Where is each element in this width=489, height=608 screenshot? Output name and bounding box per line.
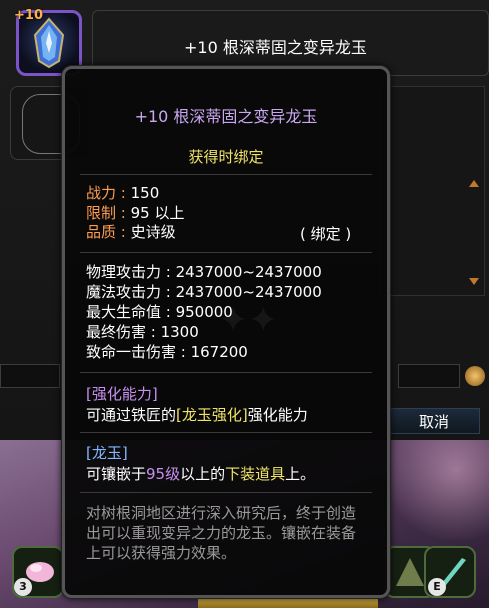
limit-label: 限制 :: [86, 204, 126, 222]
stat-max-hp: 最大生命值 : 950000: [86, 303, 233, 321]
jade-text-pre: 可镶嵌于: [86, 465, 147, 483]
stat-physical-attack: 物理攻击力 : 2437000~2437000: [86, 263, 322, 281]
divider: [80, 492, 372, 493]
hotkey-e-icon: E: [428, 578, 446, 596]
flavor-text: 对树根洞地区进行深入研究后，终于创造出可以重现变异之力的龙玉。镶嵌在装备上可以获…: [86, 504, 357, 562]
quality-label: 品质 :: [86, 223, 126, 241]
stat-crit-damage: 致命一击伤害 : 167200: [86, 343, 248, 361]
jade-text-post: 上。: [285, 465, 316, 483]
hotkey-3-icon: 3: [14, 578, 32, 596]
dragon-jade-section-header: [龙玉]: [86, 444, 128, 462]
divider: [80, 432, 372, 433]
amount-input-right[interactable]: [398, 364, 460, 388]
divider: [80, 174, 372, 175]
limit-row: 限制 : 95 以上: [86, 204, 184, 223]
enhance-text-link: [龙玉强化]: [176, 406, 248, 424]
stat-magic-attack: 魔法攻击力 : 2437000~2437000: [86, 283, 322, 301]
divider: [80, 252, 372, 253]
enhance-section-text: 可通过铁匠的[龙玉强化]强化能力: [86, 404, 308, 425]
quality-row: 品质 : 史诗级: [86, 223, 176, 242]
jade-text-gear: 下装道具: [225, 465, 286, 483]
item-name: +10 根深蒂固之变异龙玉: [184, 38, 367, 57]
exp-bar: [198, 598, 378, 608]
enhance-text-post: 强化能力: [247, 406, 308, 424]
watermark-glyph: ✦✦: [218, 300, 279, 341]
bind-on-obtain: 获得时绑定: [188, 148, 264, 166]
tooltip-title: +10 根深蒂固之变异龙玉: [134, 107, 318, 126]
scene-glow: [380, 440, 489, 540]
enhance-level-badge: +10: [14, 8, 43, 23]
jade-text-mid: 以上的: [180, 465, 226, 483]
power-label: 战力 :: [86, 184, 126, 202]
divider: [80, 372, 372, 373]
enhance-section-header: [强化能力]: [86, 385, 158, 403]
power-value: 150: [130, 184, 160, 202]
scroll-down-icon[interactable]: [469, 278, 479, 285]
cancel-button[interactable]: 取消: [388, 408, 480, 434]
quality-value: 史诗级: [130, 223, 176, 241]
jade-text-level: 95级: [146, 465, 181, 483]
dragon-jade-section-text: 可镶嵌于95级以上的下装道具上。: [86, 463, 315, 484]
enhance-text-pre: 可通过铁匠的: [86, 406, 177, 424]
power-row: 战力 : 150: [86, 184, 159, 203]
scroll-up-icon[interactable]: [469, 180, 479, 187]
amount-input-left[interactable]: [0, 364, 60, 388]
stat-final-damage: 最终伤害 : 1300: [86, 323, 199, 341]
limit-value: 95 以上: [130, 204, 185, 222]
bound-tag: ( 绑定 ): [300, 225, 352, 243]
gold-coin-icon: [465, 366, 485, 386]
